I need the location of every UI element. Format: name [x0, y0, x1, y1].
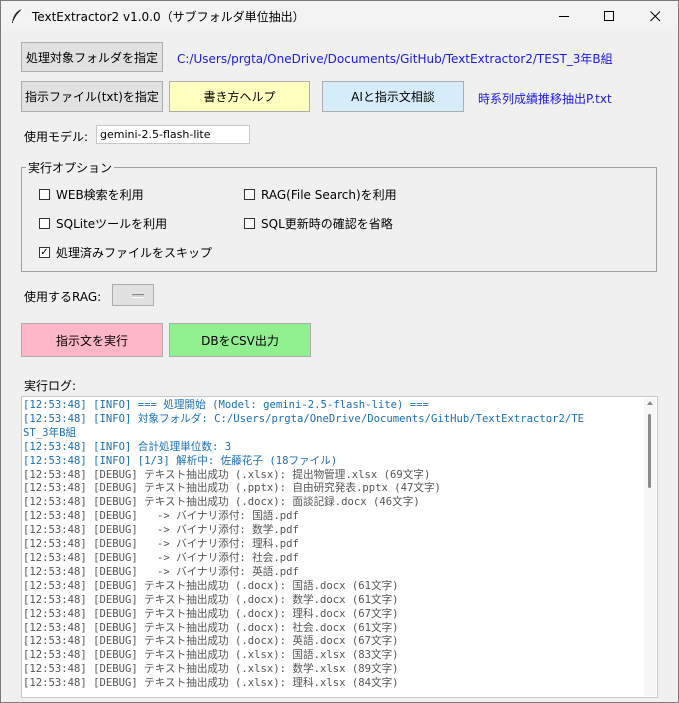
log-line: [12:53:48] [DEBUG] テキスト抽出成功 (.pptx): 自由研…: [23, 482, 441, 495]
maximize-icon: [603, 10, 614, 21]
log-line: [12:53:48] [DEBUG] テキスト抽出成功 (.docx): 理科.…: [23, 607, 399, 620]
feather-icon: [12, 8, 23, 23]
skip-processed-checkbox[interactable]: ✓ 処理済みファイルをスキップ: [39, 244, 212, 261]
ai-consult-button[interactable]: AIと指示文相談: [322, 81, 464, 112]
log-line: [12:53:48] [INFO] === 処理開始 (Model: gemin…: [23, 399, 429, 411]
checkbox-box: [244, 189, 255, 200]
model-label: 使用モデル:: [24, 130, 89, 144]
log-content: [12:53:48] [INFO] === 処理開始 (Model: gemin…: [23, 399, 645, 691]
dropdown-indicator-icon: [132, 294, 144, 298]
maximize-button[interactable]: [586, 1, 632, 31]
log-line: [12:53:48] [DEBUG] テキスト抽出成功 (.xlsx): 数学.…: [23, 663, 399, 676]
checkbox-box: [244, 218, 255, 229]
skip-sql-confirm-checkbox[interactable]: SQL更新時の確認を省略: [244, 215, 393, 232]
select-folder-button[interactable]: 処理対象フォルダを指定: [21, 42, 163, 72]
folder-path: C:/Users/prgta/OneDrive/Documents/GitHub…: [177, 52, 613, 66]
log-line: [12:53:48] [INFO] 合計処理単位数: 3: [23, 440, 232, 453]
skip-processed-label: 処理済みファイルをスキップ: [56, 246, 213, 260]
log-label: 実行ログ:: [24, 379, 77, 393]
options-group-title: 実行オプション: [26, 159, 115, 176]
run-instruction-button[interactable]: 指示文を実行: [21, 323, 163, 357]
model-input[interactable]: gemini-2.5-flash-lite: [96, 125, 250, 144]
sqlite-label: SQLiteツールを利用: [56, 217, 168, 231]
title-bar[interactable]: TextExtractor2 v1.0.0（サブフォルダ単位抽出）: [1, 1, 678, 31]
minimize-button[interactable]: [541, 1, 587, 31]
log-line: [12:53:48] [INFO] 対象フォルダ: C:/Users/prgta…: [23, 412, 585, 425]
scroll-up-icon: [647, 401, 653, 405]
log-line: [12:53:48] [DEBUG] -> バイナリ添付: 国語.pdf: [23, 510, 299, 523]
minimize-icon: [558, 15, 569, 17]
help-button[interactable]: 書き方ヘルプ: [169, 81, 310, 112]
log-line: [12:53:48] [DEBUG] テキスト抽出成功 (.docx): 数学.…: [23, 593, 399, 606]
log-line: [12:53:48] [DEBUG] テキスト抽出成功 (.docx): 国語.…: [23, 579, 399, 592]
rag-label: RAG(File Search)を利用: [261, 188, 397, 202]
checkmark-icon: ✓: [40, 246, 49, 258]
checkbox-box: [39, 189, 50, 200]
rag-select-label: 使用するRAG:: [24, 290, 102, 304]
log-line: [12:53:48] [DEBUG] -> バイナリ添付: 理科.pdf: [23, 538, 299, 551]
log-line: [12:53:48] [DEBUG] テキスト抽出成功 (.xlsx): 国語.…: [23, 649, 399, 662]
window-title: TextExtractor2 v1.0.0（サブフォルダ単位抽出）: [32, 10, 305, 24]
log-line: [12:53:48] [DEBUG] -> バイナリ添付: 数学.pdf: [23, 524, 299, 537]
rag-checkbox[interactable]: RAG(File Search)を利用: [244, 186, 397, 203]
log-line: [12:53:48] [DEBUG] -> バイナリ添付: 英語.pdf: [23, 565, 299, 578]
export-csv-button[interactable]: DBをCSV出力: [169, 323, 311, 357]
log-line: [12:53:48] [DEBUG] テキスト抽出成功 (.xlsx): 理科.…: [23, 677, 399, 690]
log-line: ST_3年B組: [23, 426, 77, 439]
sqlite-checkbox[interactable]: SQLiteツールを利用: [39, 215, 167, 232]
log-scrollbar[interactable]: [644, 398, 656, 696]
select-instruction-file-button[interactable]: 指示ファイル(txt)を指定: [21, 81, 163, 112]
skip-sql-confirm-label: SQL更新時の確認を省略: [261, 217, 393, 231]
log-line: [12:53:48] [DEBUG] テキスト抽出成功 (.xlsx): 提出物…: [23, 468, 431, 481]
log-line: [12:53:48] [DEBUG] テキスト抽出成功 (.docx): 英語.…: [23, 635, 399, 648]
log-textarea[interactable]: [12:53:48] [INFO] === 処理開始 (Model: gemin…: [21, 396, 658, 698]
log-line: [12:53:48] [DEBUG] -> バイナリ添付: 社会.pdf: [23, 551, 299, 564]
rag-select-dropdown[interactable]: [112, 284, 154, 306]
scrollbar-thumb[interactable]: [648, 414, 651, 488]
checkbox-box: [39, 218, 50, 229]
log-line: [12:53:48] [DEBUG] テキスト抽出成功 (.docx): 面談記…: [23, 496, 420, 509]
web-search-checkbox[interactable]: WEB検索を利用: [39, 186, 144, 203]
log-line: [12:53:48] [DEBUG] テキスト抽出成功 (.docx): 社会.…: [23, 621, 399, 634]
web-search-label: WEB検索を利用: [56, 188, 144, 202]
checkbox-box-checked: ✓: [39, 247, 50, 258]
instruction-file-name: 時系列成績推移抽出P.txt: [478, 92, 612, 106]
log-line: [12:53:48] [INFO] [1/3] 解析中: 佐藤花子 (18ファイ…: [23, 454, 338, 467]
close-button[interactable]: [632, 1, 678, 31]
close-icon: [649, 10, 660, 21]
